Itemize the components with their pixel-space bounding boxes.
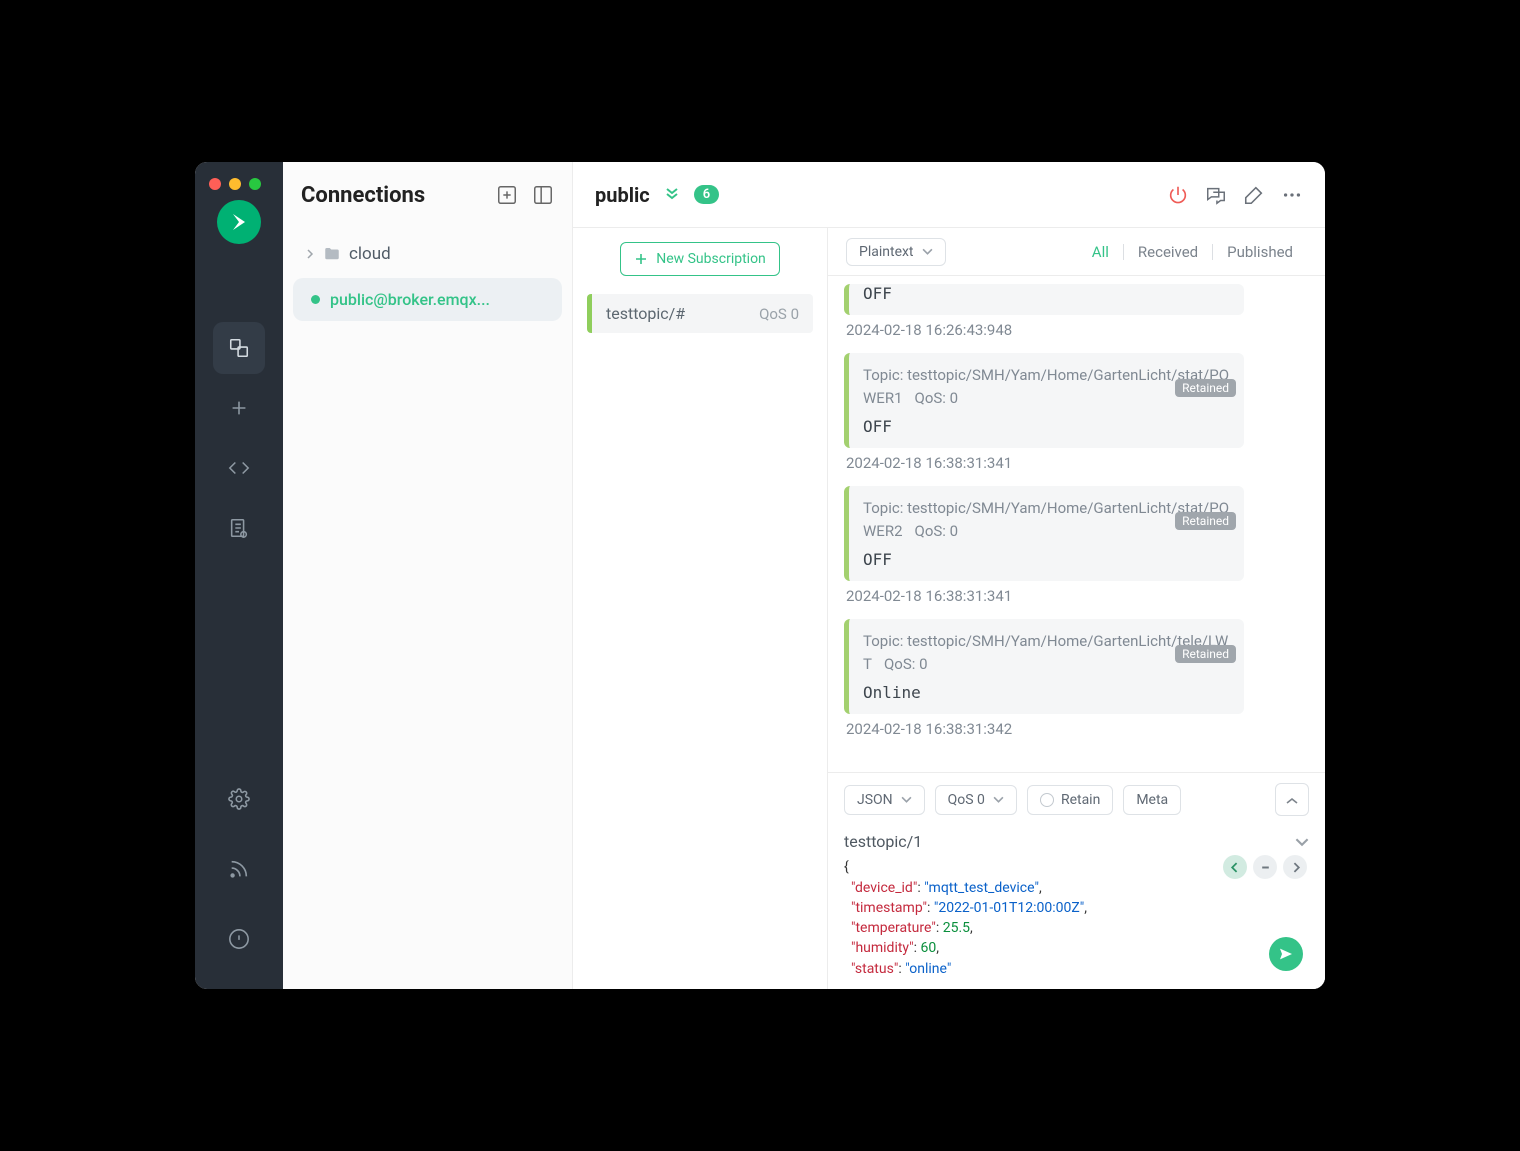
subscription-topic: testtopic/# [606, 304, 685, 323]
settings-nav-icon[interactable] [213, 773, 265, 825]
chevron-up-icon [1286, 797, 1298, 805]
main-header: public 6 [573, 162, 1325, 228]
status-dot-online [311, 295, 320, 304]
message-item: Topic: testtopic/SMH/Yam/Home/GartenLich… [844, 619, 1309, 738]
message-payload: OFF [863, 417, 1230, 436]
connection-group-cloud[interactable]: cloud [293, 234, 562, 274]
message-payload: OFF [863, 284, 1230, 303]
connection-item-public[interactable]: public@broker.emqx... [293, 278, 562, 321]
payload-clear-button[interactable] [1253, 855, 1277, 879]
minimize-window[interactable] [229, 178, 241, 190]
message-item: Topic: testtopic/SMH/Yam/Home/GartenLich… [844, 486, 1309, 605]
active-connection-name: public [595, 183, 650, 207]
subscription-chip[interactable]: testtopic/# QoS 0 [587, 294, 813, 333]
message-item: Topic: testtopic/SMH/Yam/Home/GartenLich… [844, 353, 1309, 472]
publish-topic-input[interactable] [844, 832, 1285, 851]
new-nav-icon[interactable] [213, 382, 265, 434]
publish-panel: JSON QoS 0 Retain Meta [828, 772, 1325, 989]
payload-prev-button[interactable] [1223, 855, 1247, 879]
expand-connection-icon[interactable] [664, 185, 680, 205]
new-subscription-label: New Subscription [656, 251, 766, 267]
payload-next-button[interactable] [1283, 855, 1307, 879]
send-button[interactable] [1269, 937, 1303, 971]
chevron-down-icon [993, 794, 1004, 805]
retain-toggle[interactable]: Retain [1027, 785, 1113, 815]
publish-qos-dropdown[interactable]: QoS 0 [935, 785, 1017, 815]
payload-format-dropdown[interactable]: JSON [844, 785, 925, 815]
filter-published[interactable]: Published [1213, 243, 1307, 261]
main-panel: public 6 New Subscription [573, 162, 1325, 989]
message-timestamp: 2024-02-18 16:26:43:948 [846, 321, 1309, 339]
nav-rail [195, 162, 283, 989]
group-label: cloud [349, 244, 391, 264]
topic-history-icon[interactable] [1295, 835, 1309, 849]
message-count-badge: 6 [694, 185, 719, 204]
message-item: OFF 2024-02-18 16:26:43:948 [844, 284, 1309, 339]
chevron-right-icon [305, 249, 315, 259]
close-window[interactable] [209, 178, 221, 190]
chevron-down-icon [901, 794, 912, 805]
filter-received[interactable]: Received [1124, 243, 1212, 261]
app-logo [217, 200, 261, 244]
window-controls [209, 178, 261, 190]
message-timestamp: 2024-02-18 16:38:31:341 [846, 454, 1309, 472]
message-qos: QoS: 0 [884, 655, 928, 673]
edit-icon[interactable] [1243, 184, 1265, 206]
chevron-down-icon [922, 246, 933, 257]
folder-icon [323, 245, 341, 263]
message-payload: Online [863, 683, 1230, 702]
publish-qos-label: QoS 0 [948, 792, 985, 808]
new-connection-icon[interactable] [496, 184, 518, 206]
connection-tree: cloud public@broker.emqx... [283, 228, 572, 331]
collapse-publish-button[interactable] [1275, 783, 1309, 816]
retained-badge: Retained [1175, 645, 1236, 663]
help-nav-icon[interactable] [213, 913, 265, 965]
connections-header: Connections [283, 162, 572, 228]
connections-nav-icon[interactable] [213, 322, 265, 374]
filter-all[interactable]: All [1078, 243, 1123, 261]
retain-label: Retain [1061, 792, 1100, 808]
subscription-qos: QoS 0 [759, 305, 799, 323]
payload-editor[interactable]: { "device_id": "mqtt_test_device", "time… [828, 855, 1325, 989]
chat-icon[interactable] [1205, 184, 1227, 206]
more-icon[interactable] [1281, 184, 1303, 206]
retained-badge: Retained [1175, 512, 1236, 530]
message-qos: QoS: 0 [915, 522, 959, 540]
messages-column: Plaintext All Received Published [828, 228, 1325, 989]
format-label: Plaintext [859, 244, 914, 260]
connections-sidebar: Connections cloud public@broker.emqx... [283, 162, 573, 989]
plus-icon [634, 252, 648, 266]
send-icon [1278, 946, 1294, 962]
radio-unchecked-icon [1040, 793, 1054, 807]
disconnect-icon[interactable] [1167, 184, 1189, 206]
connections-title: Connections [301, 183, 425, 208]
maximize-window[interactable] [249, 178, 261, 190]
meta-button[interactable]: Meta [1123, 785, 1181, 815]
script-nav-icon[interactable] [213, 442, 265, 494]
messages-list[interactable]: OFF 2024-02-18 16:26:43:948 Topic: testt… [828, 276, 1325, 772]
new-subscription-button[interactable]: New Subscription [620, 242, 780, 276]
connection-label: public@broker.emqx... [330, 290, 490, 309]
message-qos: QoS: 0 [915, 389, 959, 407]
payload-format-label: JSON [857, 792, 893, 808]
retained-badge: Retained [1175, 379, 1236, 397]
panel-toggle-icon[interactable] [532, 184, 554, 206]
format-dropdown[interactable]: Plaintext [846, 238, 946, 266]
messages-toolbar: Plaintext All Received Published [828, 228, 1325, 276]
message-timestamp: 2024-02-18 16:38:31:342 [846, 720, 1309, 738]
feed-nav-icon[interactable] [213, 843, 265, 895]
message-payload: OFF [863, 550, 1230, 569]
log-nav-icon[interactable] [213, 502, 265, 554]
subscriptions-column: New Subscription testtopic/# QoS 0 [573, 228, 828, 989]
message-timestamp: 2024-02-18 16:38:31:341 [846, 587, 1309, 605]
app-window: Connections cloud public@broker.emqx... … [195, 162, 1325, 989]
main-body: New Subscription testtopic/# QoS 0 Plain… [573, 228, 1325, 989]
